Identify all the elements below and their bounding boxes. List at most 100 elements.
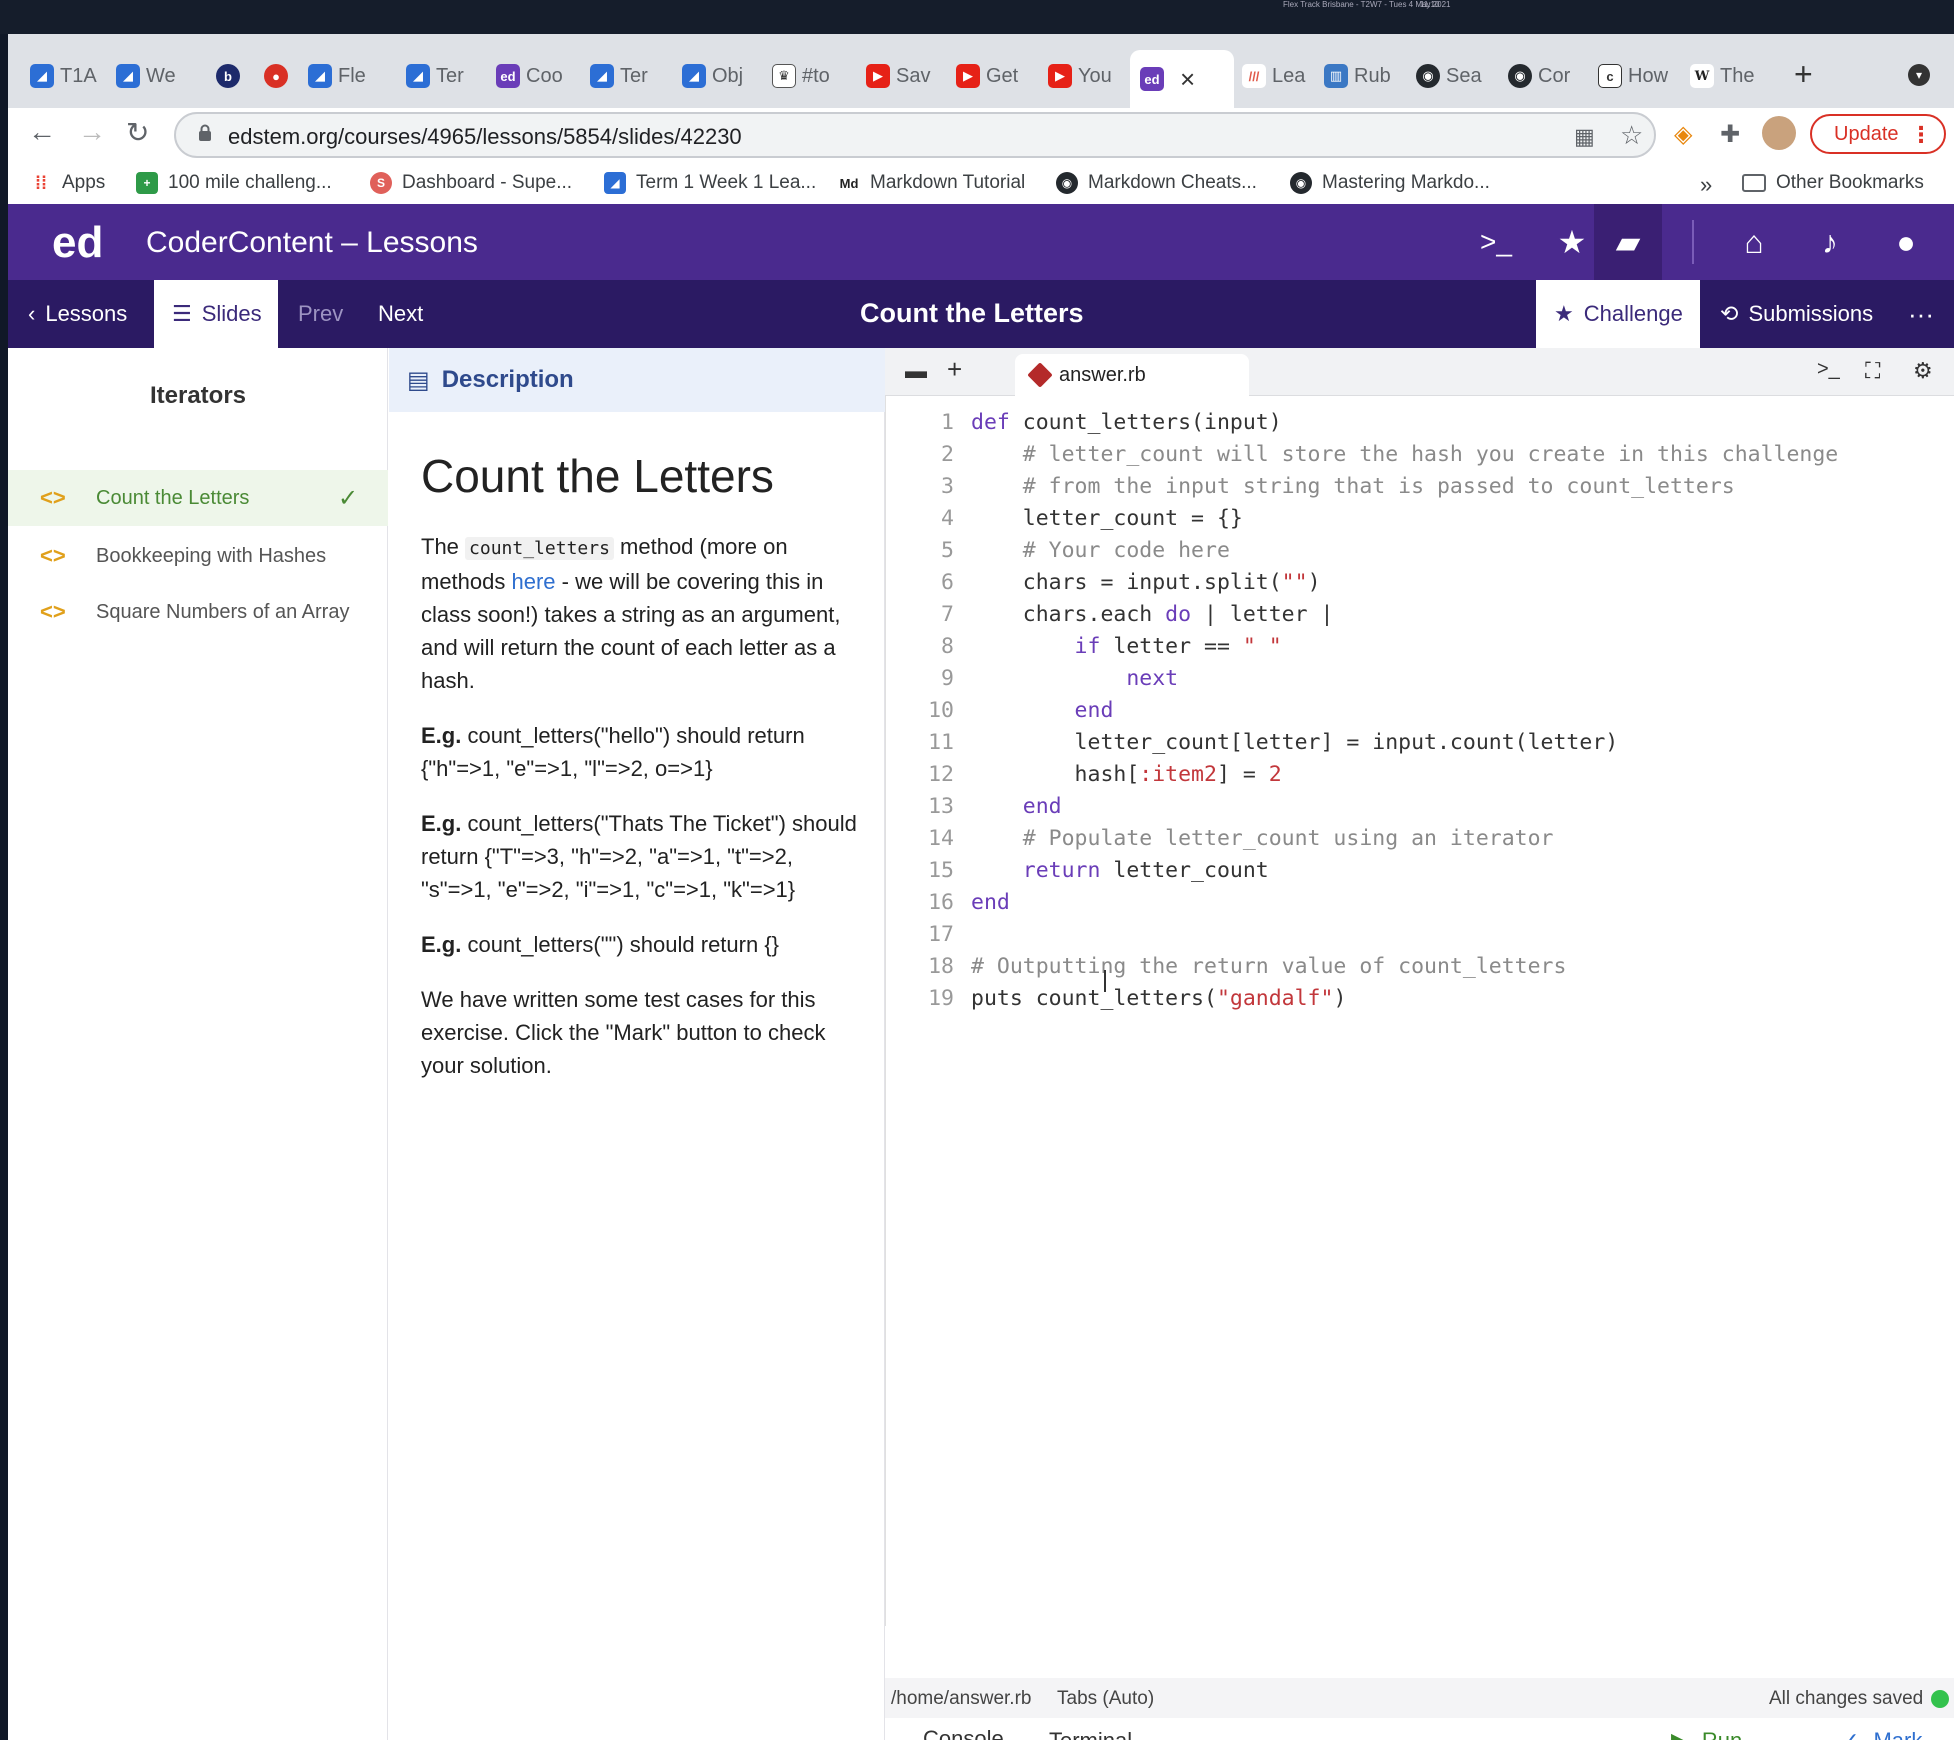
sidebar-item-bookkeeping[interactable]: <> Bookkeeping with Hashes [8,528,388,584]
browser-tab[interactable]: ▶ You [1048,56,1128,96]
active-browser-tab[interactable]: ed × [1130,50,1234,108]
browser-tab[interactable]: ◉ Sea [1416,56,1498,96]
prev-button[interactable]: Prev [298,280,343,348]
browser-tab[interactable]: ▶ Get [956,56,1036,96]
browser-tab[interactable]: ▥ Rub [1324,56,1406,96]
sidebar-item-square-numbers[interactable]: <> Square Numbers of an Array [8,584,388,640]
console-tab[interactable]: Console [899,1718,1027,1740]
line-number: 7 [941,602,954,627]
browser-tab[interactable]: W The [1690,56,1770,96]
mark-button[interactable]: ✓ Mark [1841,1718,1922,1740]
browser-tab[interactable]: c How [1598,56,1682,96]
other-bookmarks[interactable]: Other Bookmarks [1742,172,1924,194]
browser-tab[interactable]: ◢ Ter [406,56,484,96]
bookmark-item[interactable]: ◉ Mastering Markdo... [1290,172,1490,194]
methods-link[interactable]: here [512,569,556,594]
code-area[interactable]: 1 def count_letters(input) 2 # letter_cou… [885,396,1954,1626]
line-number: 19 [928,986,954,1011]
bookmark-item[interactable]: S Dashboard - Supe... [370,172,572,194]
challenge-tab[interactable]: ★ Challenge [1536,280,1700,348]
browser-tab[interactable]: ♛ #to [772,56,852,96]
update-button[interactable]: Update ⋮ [1810,114,1946,154]
terminal-tab[interactable]: Terminal [1049,1718,1132,1740]
browser-tab[interactable]: /// Lea [1234,56,1318,96]
browser-tab[interactable]: ◢ Fle [308,56,390,96]
next-button[interactable]: Next [378,280,423,348]
terminal-icon[interactable]: >_ [1476,222,1516,262]
browser-tab[interactable]: ◉ Cor [1508,56,1590,96]
browser-tab[interactable]: ◢ We [116,56,176,96]
sidebar-item-count-letters[interactable]: <> Count the Letters ✓ [8,470,388,526]
settings-gear-icon[interactable]: ⚙ [1913,358,1933,384]
editor-bottombar: Console Terminal ︿ ▶ Run ✓ Mark [885,1718,1954,1740]
apps-grid-icon[interactable]: ▦ [1574,124,1595,150]
expand-up-icon[interactable]: ︿ [1387,1724,1407,1740]
bookmark-item[interactable]: ◉ Markdown Cheats... [1056,172,1257,194]
home-icon[interactable]: ⌂ [1734,222,1774,262]
tab-label: Sav [896,64,931,87]
line-number: 9 [941,666,954,691]
address-bar[interactable]: edstem.org/courses/4965/lessons/5854/sli… [174,112,1656,158]
bookmarks-overflow[interactable]: » [1700,172,1712,198]
code-keyword: next [971,666,1179,691]
browser-tab[interactable]: ed Coo [496,56,580,96]
code-symbol: :item2 [1139,762,1217,787]
file-tab-answer[interactable]: answer.rb [1015,354,1249,396]
folder-icon [1742,174,1766,192]
forward-icon[interactable]: → [78,116,106,148]
code-keyword: if [971,634,1101,659]
extensions-puzzle-icon[interactable]: ✚ [1720,120,1740,149]
tab-favicon-icon: /// [1242,64,1266,88]
bell-icon[interactable]: ♪ [1810,222,1850,262]
browser-tab[interactable]: ▶ Sav [866,56,946,96]
lessons-back-button[interactable]: ‹ Lessons [28,280,127,348]
saved-indicator-icon [1931,1690,1949,1708]
lock-icon [199,124,211,141]
intro-paragraph: The count_letters method (more on method… [421,530,861,697]
github-icon: ◉ [1056,172,1078,194]
file-browser-icon[interactable]: ▬ [905,358,927,384]
bookmark-label: Markdown Cheats... [1088,172,1257,193]
close-tab-icon[interactable]: × [1180,64,1195,95]
bookmark-item[interactable]: Md Markdown Tutorial [838,172,1025,194]
browser-tab[interactable]: ◢ Obj [682,56,760,96]
line-number: 1 [941,410,954,435]
star-icon[interactable]: ★ [1552,222,1592,262]
ed-logo[interactable]: ed [52,218,103,268]
lesson-nav: ‹ Lessons ☰ Slides Prev Next Count the Let… [8,280,1954,348]
bookmark-item[interactable]: ◢ Term 1 Week 1 Lea... [604,172,816,194]
code-token: puts count_letters( [971,986,1217,1011]
back-icon[interactable]: ← [28,116,56,148]
user-icon[interactable]: ● [1886,222,1926,262]
new-tab-icon[interactable]: + [1794,56,1813,93]
bookmark-apps[interactable]: ⁞⁞ Apps [30,172,105,194]
bookmark-star-icon[interactable]: ☆ [1620,120,1643,151]
editor-tabbar: ▬ + answer.rb >_ ⛶ ⚙ [885,348,1954,396]
bookmark-item[interactable]: +100 mile challeng... [136,172,332,194]
mark-label: Mark [1873,1728,1922,1740]
code-string: " " [1242,634,1282,659]
description-tab[interactable]: ▤ Description [389,348,885,412]
reload-icon[interactable]: ↻ [126,116,149,149]
line-number: 2 [941,442,954,467]
add-file-icon[interactable]: + [947,354,962,385]
run-button[interactable]: ▶ Run [1671,1718,1742,1740]
code-comment: # Outputting the return value of count_l… [971,954,1567,979]
code-number: 2 [1268,762,1282,787]
browser-tab[interactable]: ● [264,56,304,96]
browser-tab[interactable]: ◢ Ter [590,56,668,96]
example-label: E.g. [421,811,462,836]
browser-tab[interactable]: ◢ T1A [30,56,100,96]
extension-diamond-icon[interactable]: ◈ [1674,120,1692,149]
status-tab-mode[interactable]: Tabs (Auto) [1057,1688,1154,1710]
terminal-icon[interactable]: >_ [1817,358,1840,381]
submissions-tab[interactable]: ⟲ Submissions [1720,280,1873,348]
screen: Flex Track Brisbane - T2W7 - Tues 4 May … [0,0,1954,1740]
lessons-icon[interactable]: ▰ [1594,204,1662,280]
browser-tab[interactable]: b [216,56,256,96]
tab-search-icon[interactable]: ▾ [1908,64,1930,86]
profile-avatar[interactable] [1762,116,1796,150]
more-options-icon[interactable]: ··· [1908,280,1934,348]
slides-button[interactable]: ☰ Slides [154,280,278,348]
fullscreen-icon[interactable]: ⛶ [1865,358,1880,384]
